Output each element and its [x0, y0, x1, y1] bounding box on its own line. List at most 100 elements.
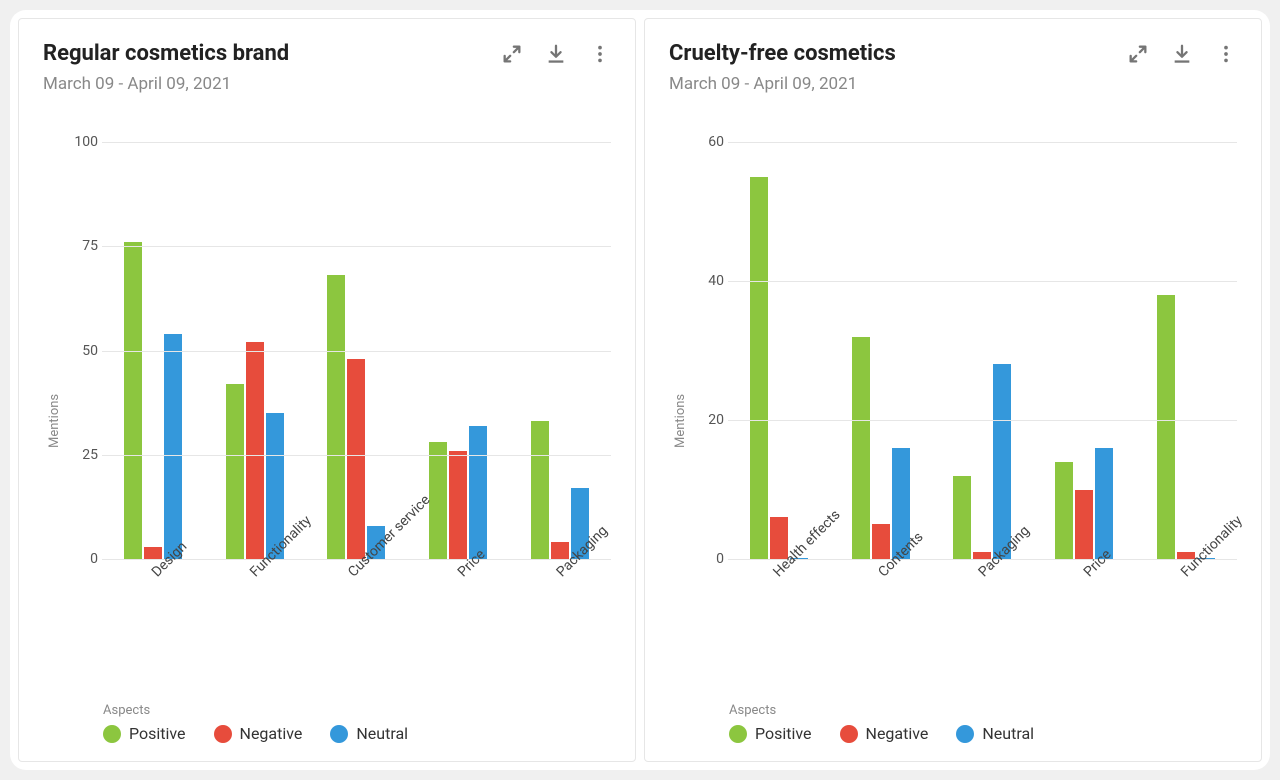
- x-tick-label: Packaging: [509, 559, 611, 699]
- bar-pos[interactable]: [852, 337, 870, 559]
- gridline: [102, 142, 611, 143]
- bar-pos[interactable]: [226, 384, 244, 559]
- download-icon[interactable]: [1171, 43, 1193, 65]
- legend: Aspects Positive Negative Neutral: [103, 703, 611, 743]
- legend-label: Negative: [866, 724, 929, 743]
- chart-plot: 0255075100 DesignFunctionalityCustomer s…: [62, 142, 611, 699]
- expand-icon[interactable]: [1127, 43, 1149, 65]
- dashboard-container: Regular cosmetics brand March 09 - April…: [10, 10, 1270, 770]
- grid-area: 0204060: [688, 142, 1237, 559]
- bar-group: [830, 142, 932, 559]
- x-tick-label: Design: [102, 559, 204, 699]
- legend-label: Neutral: [356, 724, 408, 743]
- legend-row: Positive Negative Neutral: [103, 724, 611, 743]
- chart-area: Mentions 0255075100 DesignFunctionalityC…: [43, 142, 611, 699]
- gridline: [102, 351, 611, 352]
- download-icon[interactable]: [545, 43, 567, 65]
- header-text: Regular cosmetics brand March 09 - April…: [43, 41, 289, 94]
- bar-neu[interactable]: [469, 426, 487, 559]
- gridline: [728, 420, 1237, 421]
- y-tick-label: 100: [62, 134, 98, 150]
- bar-pos[interactable]: [531, 421, 549, 559]
- bars-row: [728, 142, 1237, 559]
- legend-label: Positive: [755, 724, 812, 743]
- bar-group: [728, 142, 830, 559]
- card-actions: [1127, 41, 1237, 65]
- chart-area: Mentions 0204060 Health effectsContentsP…: [669, 142, 1237, 699]
- y-tick-label: 40: [688, 273, 724, 289]
- bar-group: [932, 142, 1034, 559]
- x-tick-label: Functionality: [1135, 559, 1237, 699]
- more-icon[interactable]: [589, 43, 611, 65]
- x-axis: DesignFunctionalityCustomer servicePrice…: [102, 559, 611, 699]
- card-date-range: March 09 - April 09, 2021: [669, 74, 896, 94]
- gridline: [102, 246, 611, 247]
- bar-pos[interactable]: [124, 242, 142, 559]
- card-header: Cruelty-free cosmetics March 09 - April …: [669, 41, 1237, 94]
- x-axis: Health effectsContentsPackagingPriceFunc…: [728, 559, 1237, 699]
- legend: Aspects Positive Negative Neutral: [729, 703, 1237, 743]
- legend-row: Positive Negative Neutral: [729, 724, 1237, 743]
- legend-dot-positive: [729, 725, 747, 743]
- legend-neutral: Neutral: [956, 724, 1034, 743]
- card-date-range: March 09 - April 09, 2021: [43, 74, 289, 94]
- legend-dot-negative: [840, 725, 858, 743]
- y-tick-label: 50: [62, 343, 98, 359]
- expand-icon[interactable]: [501, 43, 523, 65]
- card-title: Cruelty-free cosmetics: [669, 41, 896, 66]
- chart-card-regular: Regular cosmetics brand March 09 - April…: [18, 18, 636, 762]
- bar-neg[interactable]: [1075, 490, 1093, 559]
- card-title: Regular cosmetics brand: [43, 41, 289, 66]
- x-tick-label: Price: [1033, 559, 1135, 699]
- bar-neg[interactable]: [449, 451, 467, 559]
- y-tick-label: 60: [688, 134, 724, 150]
- bar-pos[interactable]: [750, 177, 768, 559]
- y-tick-label: 75: [62, 238, 98, 254]
- legend-dot-neutral: [956, 725, 974, 743]
- legend-title: Aspects: [103, 703, 611, 718]
- x-tick-label: Contents: [830, 559, 932, 699]
- bar-neg[interactable]: [872, 524, 890, 559]
- bar-neg[interactable]: [347, 359, 365, 559]
- legend-positive: Positive: [729, 724, 812, 743]
- bar-neu[interactable]: [993, 364, 1011, 559]
- card-header: Regular cosmetics brand March 09 - April…: [43, 41, 611, 94]
- x-tick-label: Packaging: [932, 559, 1034, 699]
- legend-label: Negative: [240, 724, 303, 743]
- legend-dot-neutral: [330, 725, 348, 743]
- bar-pos[interactable]: [429, 442, 447, 559]
- y-tick-label: 0: [62, 551, 98, 567]
- y-axis-label: Mentions: [43, 142, 62, 699]
- bar-neu[interactable]: [164, 334, 182, 559]
- card-actions: [501, 41, 611, 65]
- y-axis-label: Mentions: [669, 142, 688, 699]
- y-tick-label: 0: [688, 551, 724, 567]
- legend-dot-negative: [214, 725, 232, 743]
- legend-negative: Negative: [840, 724, 929, 743]
- x-tick-label: Health effects: [728, 559, 830, 699]
- gridline: [728, 281, 1237, 282]
- x-tick-label: Customer service: [306, 559, 408, 699]
- legend-positive: Positive: [103, 724, 186, 743]
- bar-neu[interactable]: [1095, 448, 1113, 559]
- bar-group: [1033, 142, 1135, 559]
- more-icon[interactable]: [1215, 43, 1237, 65]
- legend-label: Neutral: [982, 724, 1034, 743]
- bar-pos[interactable]: [327, 275, 345, 559]
- x-tick-label: Functionality: [204, 559, 306, 699]
- bar-pos[interactable]: [953, 476, 971, 559]
- y-tick-label: 20: [688, 412, 724, 428]
- bar-pos[interactable]: [1157, 295, 1175, 559]
- gridline: [728, 142, 1237, 143]
- chart-plot: 0204060 Health effectsContentsPackagingP…: [688, 142, 1237, 699]
- legend-neutral: Neutral: [330, 724, 408, 743]
- bar-neg[interactable]: [246, 342, 264, 559]
- bar-pos[interactable]: [1055, 462, 1073, 559]
- y-tick-label: 25: [62, 447, 98, 463]
- chart-card-crueltyfree: Cruelty-free cosmetics March 09 - April …: [644, 18, 1262, 762]
- gridline: [102, 455, 611, 456]
- header-text: Cruelty-free cosmetics March 09 - April …: [669, 41, 896, 94]
- grid-area: 0255075100: [62, 142, 611, 559]
- legend-negative: Negative: [214, 724, 303, 743]
- legend-label: Positive: [129, 724, 186, 743]
